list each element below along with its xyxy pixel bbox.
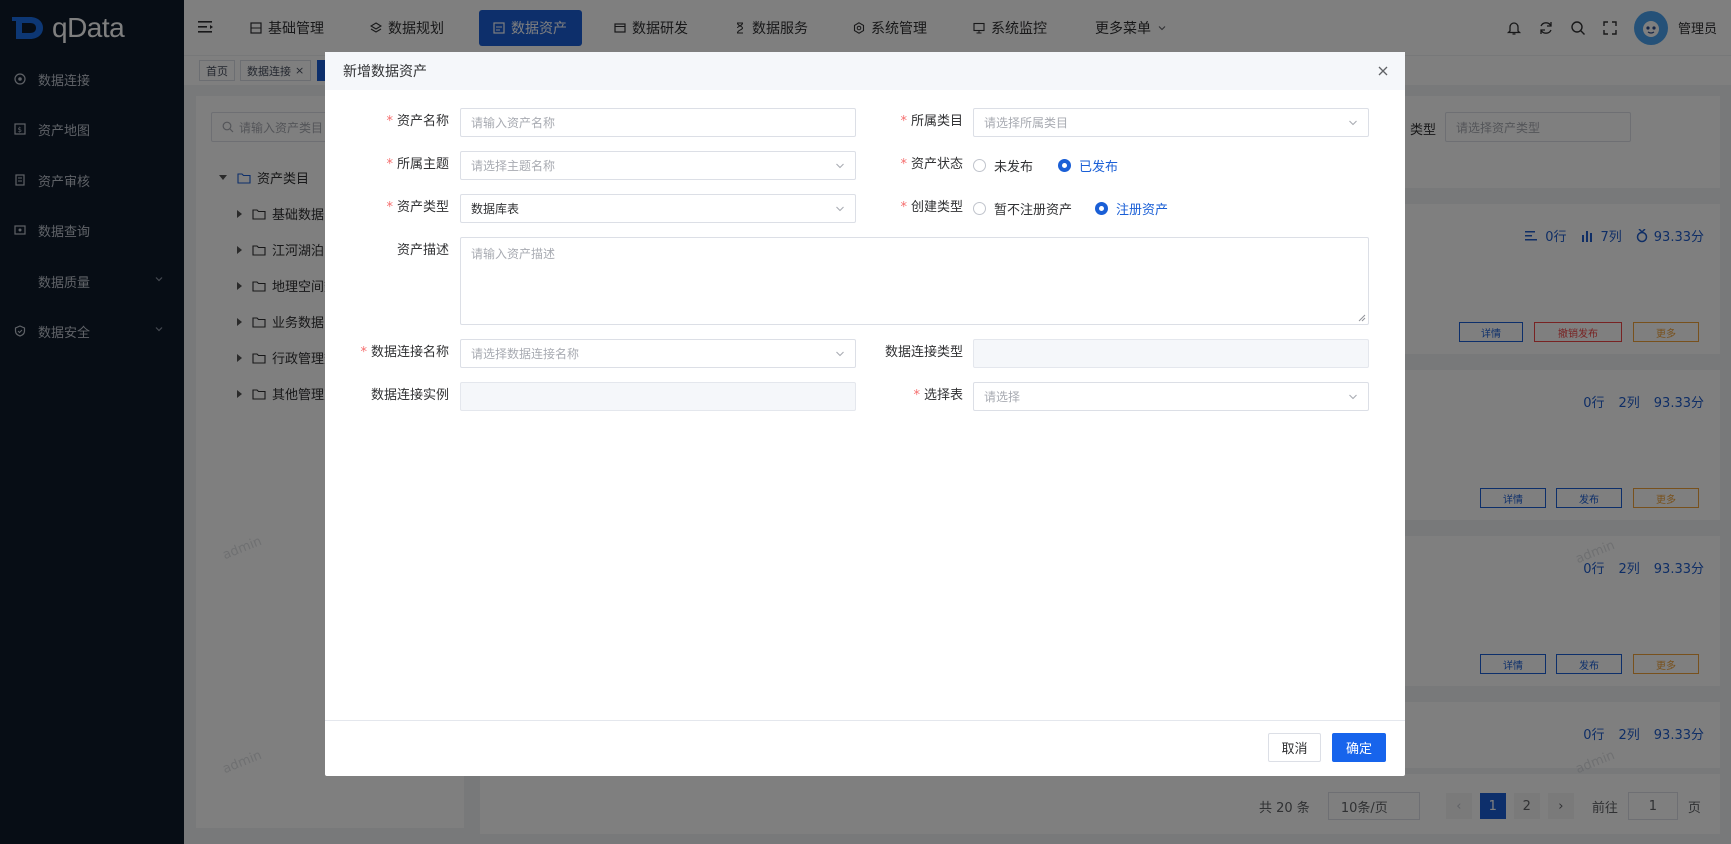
chevron-down-icon <box>836 351 844 357</box>
category-label: * 所属类目 <box>900 114 963 129</box>
asset-name-label: * 资产名称 <box>386 114 449 129</box>
status-radio-published[interactable]: 已发布 <box>1058 151 1118 179</box>
chevron-down-icon <box>1349 120 1357 126</box>
radio-icon <box>973 201 986 215</box>
status-label: * 资产状态 <box>900 157 963 172</box>
table-label: * 选择表 <box>913 388 963 403</box>
conn-instance-label: 数据连接实例 <box>370 388 449 403</box>
conn-type-label: 数据连接类型 <box>884 345 963 360</box>
dialog-title: 新增数据资产 <box>343 64 427 80</box>
theme-select[interactable]: 请选择主题名称 <box>460 151 856 180</box>
conn-name-label: * 数据连接名称 <box>360 345 449 360</box>
dialog-footer: 取消 确定 <box>325 720 1405 776</box>
chevron-down-icon <box>1349 394 1357 400</box>
radio-checked-icon <box>1058 158 1071 172</box>
conn-name-select[interactable]: 请选择数据连接名称 <box>460 339 856 368</box>
resize-handle-icon[interactable] <box>1358 314 1366 322</box>
create-type-radio-register[interactable]: 注册资产 <box>1095 194 1168 222</box>
theme-label: * 所属主题 <box>386 157 449 172</box>
dialog-header: 新增数据资产 <box>325 52 1405 90</box>
chevron-down-icon <box>836 206 844 212</box>
asset-name-input[interactable]: 请输入资产名称 <box>460 108 856 137</box>
status-radio-unpublished[interactable]: 未发布 <box>973 151 1033 179</box>
cancel-button[interactable]: 取消 <box>1268 733 1321 762</box>
create-type-label: * 创建类型 <box>900 200 963 215</box>
confirm-button[interactable]: 确定 <box>1332 733 1386 762</box>
chevron-down-icon <box>836 163 844 169</box>
add-asset-dialog: 新增数据资产 * 资产名称 请输入资产名称 * 所属类目 请选择所属类目 * 所属主题… <box>325 52 1405 776</box>
close-icon[interactable] <box>1375 63 1391 79</box>
conn-instance-input <box>460 382 856 411</box>
radio-checked-icon <box>1095 201 1108 215</box>
description-textarea[interactable]: 请输入资产描述 <box>460 237 1369 325</box>
table-select[interactable]: 请选择 <box>973 382 1369 411</box>
create-type-radio-no-register[interactable]: 暂不注册资产 <box>973 194 1072 222</box>
radio-icon <box>973 158 986 172</box>
description-label: 资产描述 <box>396 243 449 258</box>
category-select[interactable]: 请选择所属类目 <box>973 108 1369 137</box>
asset-type-select[interactable]: 数据库表 <box>460 194 856 223</box>
asset-type-label: * 资产类型 <box>386 200 449 215</box>
conn-type-input <box>973 339 1369 368</box>
